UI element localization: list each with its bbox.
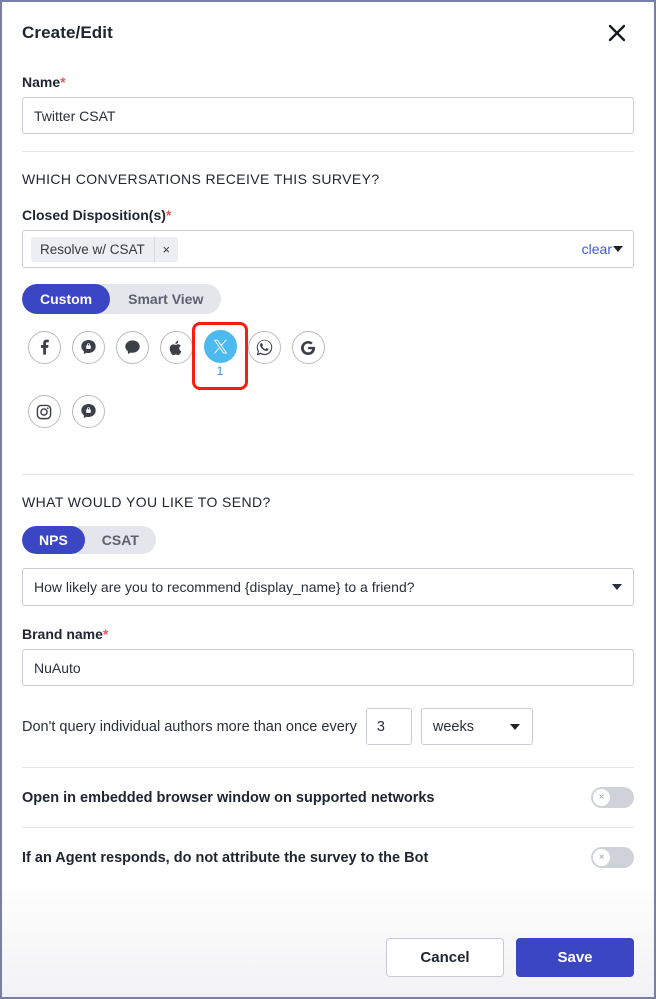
frequency-text: Don't query individual authors more than… <box>22 718 357 735</box>
network-facebook[interactable] <box>22 329 66 385</box>
page-title: Create/Edit <box>22 23 113 42</box>
cancel-button[interactable]: Cancel <box>386 938 504 977</box>
option-agent-attribution-label: If an Agent responds, do not attribute t… <box>22 849 429 866</box>
facebook-icon <box>27 331 61 364</box>
network-instagram[interactable] <box>22 393 66 449</box>
disposition-label: Closed Disposition(s)* <box>22 207 634 223</box>
survey-type-toggle[interactable]: NPS CSAT <box>22 526 156 554</box>
question-select[interactable]: How likely are you to recommend {display… <box>22 568 634 606</box>
chevron-down-icon[interactable] <box>613 246 623 252</box>
tab-custom[interactable]: Custom <box>22 284 111 314</box>
divider-1 <box>22 151 634 152</box>
name-required-asterisk: * <box>60 74 66 90</box>
dialog-body: Create/Edit Name* WHICH CONVERSATIONS RE… <box>2 2 654 997</box>
clear-label[interactable]: clear <box>582 241 612 257</box>
option-agent-attribution: If an Agent responds, do not attribute t… <box>22 828 634 887</box>
dialog-footer: Cancel Save <box>386 938 634 977</box>
private-message-icon <box>71 331 105 364</box>
network-instagram-private[interactable] <box>66 393 110 449</box>
disposition-chip-label: Resolve w/ CSAT <box>40 241 145 257</box>
dialog-header: Create/Edit <box>22 2 634 54</box>
embedded-browser-toggle[interactable]: × <box>591 787 634 808</box>
option-embedded-browser-label: Open in embedded browser window on suppo… <box>22 789 435 806</box>
tab-smart-view[interactable]: Smart View <box>110 284 221 314</box>
frequency-amount-input[interactable] <box>365 708 412 745</box>
conversations-section-heading: WHICH CONVERSATIONS RECEIVE THIS SURVEY? <box>22 171 380 187</box>
chip-remove-icon[interactable]: × <box>153 236 178 262</box>
question-select-value: How likely are you to recommend {display… <box>34 579 415 595</box>
frequency-unit-value: weeks <box>432 718 474 735</box>
apple-icon <box>159 331 193 364</box>
private-message-icon <box>71 395 105 428</box>
tab-nps[interactable]: NPS <box>22 526 85 554</box>
clear-control[interactable]: clear <box>582 241 623 257</box>
brand-name-label-text: Brand name <box>22 626 103 642</box>
google-icon <box>291 331 325 364</box>
disposition-label-text: Closed Disposition(s) <box>22 207 166 223</box>
disposition-chip[interactable]: Resolve w/ CSAT × <box>31 236 178 262</box>
tab-csat[interactable]: CSAT <box>85 526 156 554</box>
toggle-knob-icon: × <box>593 849 610 866</box>
brand-name-input[interactable] <box>22 649 634 686</box>
network-x-twitter[interactable]: 1 <box>192 322 248 390</box>
save-button[interactable]: Save <box>516 938 634 977</box>
name-input[interactable] <box>22 97 634 134</box>
divider-2 <box>22 474 634 475</box>
network-whatsapp[interactable] <box>242 329 286 385</box>
brand-name-required-asterisk: * <box>102 626 109 642</box>
chevron-down-icon[interactable] <box>612 584 622 590</box>
whatsapp-icon <box>247 331 281 364</box>
x-twitter-icon <box>203 330 237 363</box>
network-apple[interactable] <box>154 329 198 385</box>
name-label-text: Name <box>22 74 61 90</box>
frequency-row: Don't query individual authors more than… <box>22 708 634 745</box>
close-icon[interactable] <box>600 16 634 50</box>
network-facebook-private[interactable] <box>66 329 110 385</box>
message-bubble-icon <box>115 331 149 364</box>
chevron-down-icon[interactable] <box>509 723 520 730</box>
name-label: Name* <box>22 74 634 90</box>
disposition-required-asterisk: * <box>165 207 172 223</box>
network-message[interactable] <box>110 329 154 385</box>
network-google[interactable] <box>286 329 330 385</box>
option-embedded-browser: Open in embedded browser window on suppo… <box>22 768 634 827</box>
instagram-icon <box>27 395 61 428</box>
brand-name-label: Brand name* <box>22 626 634 642</box>
agent-attribution-toggle[interactable]: × <box>591 847 634 868</box>
frequency-unit-select[interactable]: weeks <box>420 708 533 745</box>
toggle-knob-icon: × <box>593 789 610 806</box>
network-selector: 1 <box>22 322 332 449</box>
source-toggle[interactable]: Custom Smart View <box>22 284 222 314</box>
create-edit-dialog: Create/Edit Name* WHICH CONVERSATIONS RE… <box>0 0 656 999</box>
send-section-heading: WHAT WOULD YOU LIKE TO SEND? <box>22 494 271 510</box>
network-selected-count: 1 <box>216 364 224 378</box>
disposition-select[interactable]: Resolve w/ CSAT × clear <box>22 230 634 268</box>
